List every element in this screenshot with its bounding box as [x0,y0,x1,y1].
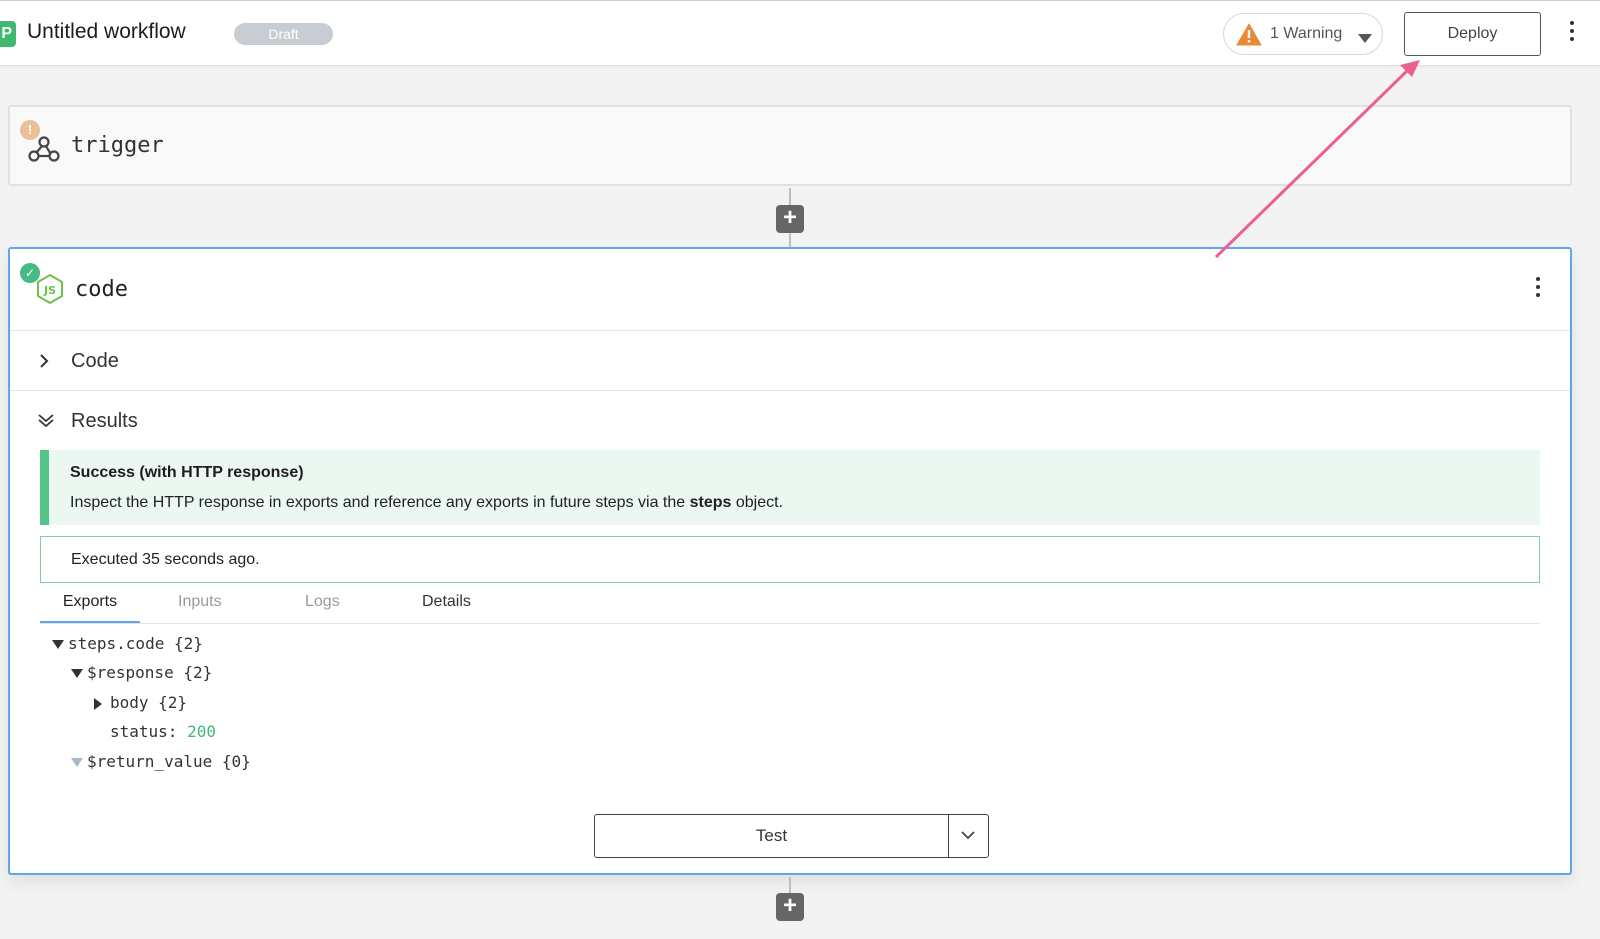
tree-node-steps-code[interactable]: steps.code {2} [52,634,203,656]
caret-right-icon [94,697,102,710]
step-more-options-icon[interactable] [1530,277,1546,303]
caret-down-icon [52,640,64,649]
tree-node-status: status: 200 [110,722,216,741]
trigger-step-card[interactable]: ! trigger [8,105,1572,186]
success-title: Success (with HTTP response) [70,464,304,481]
tab-details[interactable]: Details [422,593,471,623]
tree-node-response[interactable]: $response {2} [71,663,212,685]
tab-logs[interactable]: Logs [305,593,340,623]
caret-down-icon [71,758,83,767]
add-step-button[interactable]: + [776,205,804,233]
svg-text:JS: JS [43,284,56,297]
section-label: Results [71,410,138,432]
warning-icon [1236,23,1262,51]
tab-exports[interactable]: Exports [40,593,140,623]
nodejs-icon: JS [34,273,66,310]
test-button[interactable]: Test [595,815,949,857]
deploy-button[interactable]: Deploy [1404,12,1541,56]
chevron-down-icon [961,831,975,840]
warning-count-label: 1 Warning [1270,25,1343,42]
results-section-toggle[interactable]: Results [10,391,1570,451]
tree-node-body[interactable]: body {2} [94,693,187,715]
chevron-down-icon [38,413,54,432]
execution-status: Executed 35 seconds ago. [40,536,1540,583]
webhook-icon [28,135,60,168]
step-name[interactable]: code [75,277,128,302]
executed-time-text: Executed 35 seconds ago. [71,551,260,568]
step-header[interactable]: JS ✓ code [10,249,1570,331]
code-section-toggle[interactable]: Code [10,331,1570,391]
more-options-icon[interactable] [1564,21,1580,47]
add-step-button[interactable]: + [776,893,804,921]
workflow-title[interactable]: Untitled workflow [27,20,186,44]
status-badge: Draft [234,23,333,45]
code-step-card: JS ✓ code Code Results Success (with HTT… [8,247,1572,875]
warning-dropdown-button[interactable]: 1 Warning [1223,13,1383,55]
test-button-group: Test [594,814,989,858]
section-label: Code [71,350,119,372]
success-message: Success (with HTTP response) Inspect the… [40,450,1540,525]
success-check-icon: ✓ [20,263,40,283]
success-description: Inspect the HTTP response in exports and… [70,494,783,511]
chevron-down-icon [1358,30,1372,48]
app-logo[interactable]: P [0,21,16,47]
tab-inputs[interactable]: Inputs [178,593,222,623]
workflow-header: P Untitled workflow Draft 1 Warning Depl… [0,0,1600,66]
test-options-dropdown[interactable] [949,815,988,857]
step-name[interactable]: trigger [71,133,164,158]
results-tabs: Exports Inputs Logs Details [40,589,1540,624]
caret-down-icon [71,669,83,678]
chevron-right-icon [38,353,50,374]
tree-node-return-value[interactable]: $return_value {0} [71,752,251,774]
